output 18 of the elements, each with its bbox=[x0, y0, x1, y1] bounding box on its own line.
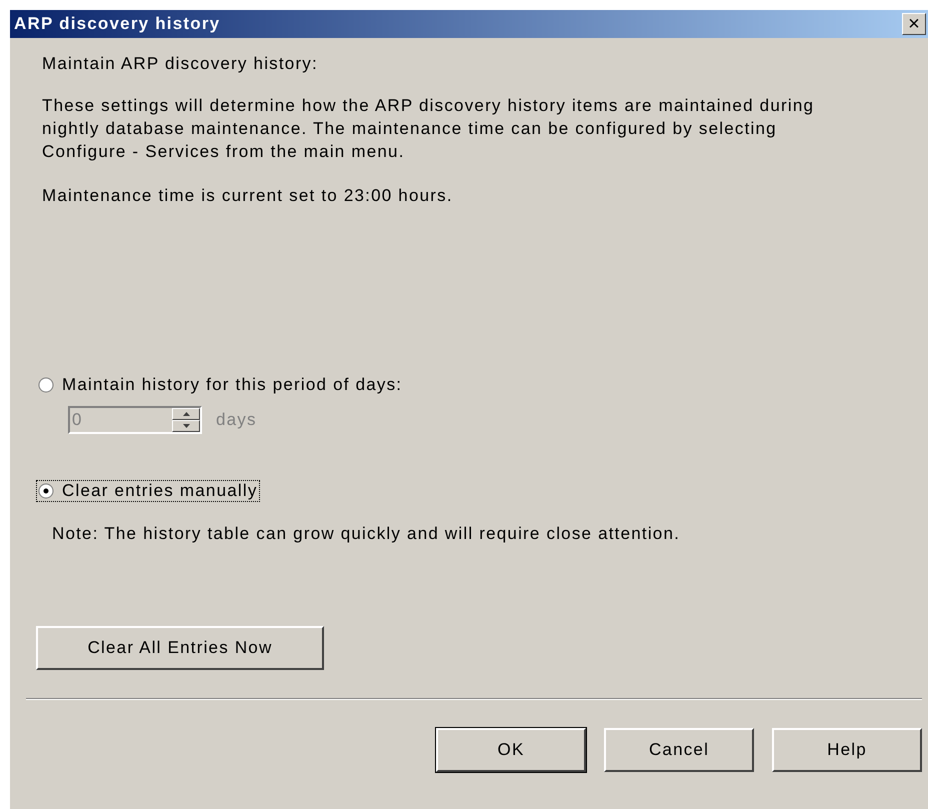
close-button[interactable]: × bbox=[902, 13, 926, 35]
radio-button[interactable] bbox=[38, 483, 54, 499]
radio-button[interactable] bbox=[38, 377, 54, 393]
clear-all-button[interactable]: Clear All Entries Now bbox=[36, 626, 324, 670]
dialog-button[interactable]: Cancel bbox=[604, 728, 754, 772]
spin-down-button[interactable] bbox=[172, 420, 200, 432]
down-arrow-icon bbox=[182, 424, 190, 428]
up-arrow-icon bbox=[182, 412, 190, 416]
maintenance-time-text: Maintenance time is current set to 23:00 hours. bbox=[42, 185, 454, 207]
note-text: Note: The history table can grow quickly and will require close attention. bbox=[52, 523, 682, 545]
description-text: These settings will determine how the ARP discovery history items are maintained during nightly database maintenance. The maintenance time can be configured by selecting Configure - Services from the main menu. bbox=[42, 95, 816, 163]
dialog-button[interactable]: OK bbox=[436, 728, 586, 772]
dialog-button[interactable]: Help bbox=[772, 728, 922, 772]
radio-label[interactable]: Maintain history for this period of days: bbox=[62, 375, 402, 395]
heading-text: Maintain ARP discovery history: bbox=[42, 53, 319, 75]
window-title: ARP discovery history bbox=[14, 14, 220, 34]
spin-up-button[interactable] bbox=[172, 408, 200, 420]
days-label: days bbox=[216, 410, 257, 430]
